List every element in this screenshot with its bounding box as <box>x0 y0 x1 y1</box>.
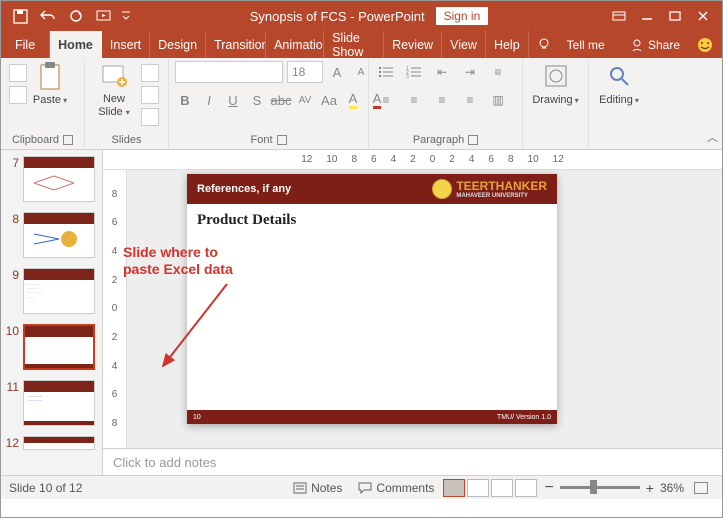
zoom-level[interactable]: 36% <box>660 481 684 495</box>
group-font: Font <box>250 134 272 146</box>
maximize-icon[interactable] <box>662 3 688 29</box>
lightbulb-icon[interactable] <box>529 31 559 58</box>
thumbnail-10[interactable]: 10 <box>5 324 98 370</box>
document-title: Synopsis of FCS - PowerPoint <box>250 9 425 24</box>
underline-button[interactable]: U <box>223 90 243 110</box>
bullets-icon[interactable] <box>375 62 397 82</box>
zoom-in-button[interactable]: + <box>646 480 654 496</box>
group-slides: Slides <box>112 134 142 146</box>
current-slide[interactable]: References, if any TEERTHANKERMAHAVEER U… <box>187 174 557 424</box>
start-slideshow-icon[interactable] <box>91 3 117 29</box>
align-center-icon[interactable]: ≡ <box>403 90 425 110</box>
minimize-icon[interactable] <box>634 3 660 29</box>
cut-icon[interactable] <box>9 64 27 82</box>
thumbnail-11[interactable]: 11—————————— <box>5 380 98 426</box>
slide-header: References, if any <box>197 183 291 195</box>
justify-icon[interactable]: ≡ <box>459 90 481 110</box>
fit-window-icon[interactable] <box>694 482 708 494</box>
svg-text:3: 3 <box>406 74 409 78</box>
status-slide-count: Slide 10 of 12 <box>9 481 82 495</box>
tab-file[interactable]: File <box>1 31 50 58</box>
slide-thumbnails[interactable]: 7 8 9— — — —— — —— — — —— — 10 11———————… <box>1 150 103 475</box>
tab-transitions[interactable]: Transitions <box>206 31 266 58</box>
notes-pane[interactable]: Click to add notes <box>103 448 722 475</box>
redo-icon[interactable] <box>63 3 89 29</box>
share-button[interactable]: Share <box>622 31 688 58</box>
undo-icon[interactable] <box>35 3 61 29</box>
columns-icon[interactable]: ▥ <box>487 90 509 110</box>
copy-icon[interactable] <box>9 86 27 104</box>
tab-insert[interactable]: Insert <box>102 31 150 58</box>
increase-indent-icon[interactable]: ⇥ <box>459 62 481 82</box>
case-button[interactable]: Aa <box>319 90 339 110</box>
slide-number: 10 <box>193 414 201 421</box>
group-clipboard: Clipboard <box>12 134 59 146</box>
comments-toggle[interactable]: Comments <box>350 481 442 495</box>
tab-design[interactable]: Design <box>150 31 206 58</box>
highlight-button[interactable]: A <box>343 90 363 110</box>
layout-icon[interactable] <box>141 64 159 82</box>
paste-button[interactable]: Paste▾ <box>27 60 73 106</box>
notes-toggle[interactable]: Notes <box>285 481 350 495</box>
group-paragraph: Paragraph <box>413 134 464 146</box>
thumbnail-12[interactable]: 12 <box>5 436 98 450</box>
decrease-font-icon[interactable]: A <box>351 62 371 82</box>
horizontal-ruler: 12108642024681012 <box>103 150 722 170</box>
normal-view-icon[interactable] <box>443 479 465 497</box>
bold-button[interactable]: B <box>175 90 195 110</box>
zoom-out-button[interactable]: − <box>544 479 553 497</box>
increase-font-icon[interactable]: A <box>327 62 347 82</box>
font-size-selector[interactable]: 18 <box>287 61 323 83</box>
close-icon[interactable] <box>690 3 716 29</box>
align-right-icon[interactable]: ≡ <box>431 90 453 110</box>
numbering-icon[interactable]: 123 <box>403 62 425 82</box>
thumbnail-8[interactable]: 8 <box>5 212 98 258</box>
slide-canvas[interactable]: Slide where topaste Excel data Reference… <box>127 170 722 448</box>
tab-view[interactable]: View <box>442 31 486 58</box>
tab-slideshow[interactable]: Slide Show <box>324 31 384 58</box>
tab-review[interactable]: Review <box>384 31 442 58</box>
sorter-view-icon[interactable] <box>467 479 489 497</box>
align-left-icon[interactable]: ≡ <box>375 90 397 110</box>
italic-button[interactable]: I <box>199 90 219 110</box>
dialog-launcher-icon[interactable] <box>277 135 287 145</box>
sign-in-button[interactable]: Sign in <box>435 6 490 26</box>
section-icon[interactable] <box>141 108 159 126</box>
reset-icon[interactable] <box>141 86 159 104</box>
thumbnail-7[interactable]: 7 <box>5 156 98 202</box>
line-spacing-icon[interactable]: ≡ <box>487 62 509 82</box>
save-icon[interactable] <box>7 3 33 29</box>
brand-logo: TEERTHANKERMAHAVEER UNIVERSITY <box>432 179 547 199</box>
qat-more-icon[interactable] <box>119 3 133 29</box>
reading-view-icon[interactable] <box>491 479 513 497</box>
tell-me[interactable]: Tell me <box>559 31 613 58</box>
collapse-ribbon-icon[interactable]: ︿ <box>707 129 718 145</box>
zoom-slider[interactable] <box>560 486 640 489</box>
font-family-selector[interactable] <box>175 61 283 83</box>
strike-button[interactable]: abc <box>271 90 291 110</box>
ribbon-display-icon[interactable] <box>606 3 632 29</box>
tab-help[interactable]: Help <box>486 31 529 58</box>
vertical-ruler: 864202468 <box>103 170 127 448</box>
shadow-button[interactable]: S <box>247 90 267 110</box>
annotation-text: Slide where topaste Excel data <box>123 244 233 278</box>
slide-version: TMU/ Version 1.0 <box>497 414 551 421</box>
annotation-arrow-icon <box>159 282 229 372</box>
dialog-launcher-icon[interactable] <box>63 135 73 145</box>
dialog-launcher-icon[interactable] <box>468 135 478 145</box>
slide-heading[interactable]: Product Details <box>187 204 557 237</box>
spacing-button[interactable]: AV <box>295 90 315 110</box>
thumbnail-9[interactable]: 9— — — —— — —— — — —— — <box>5 268 98 314</box>
new-slide-button[interactable]: NewSlide ▾ <box>91 60 137 118</box>
feedback-icon[interactable] <box>688 31 722 58</box>
drawing-button[interactable]: Drawing▾ <box>533 60 579 106</box>
tab-home[interactable]: Home <box>50 31 102 58</box>
tab-animations[interactable]: Animations <box>266 31 324 58</box>
slideshow-view-icon[interactable] <box>515 479 537 497</box>
decrease-indent-icon[interactable]: ⇤ <box>431 62 453 82</box>
editing-button[interactable]: Editing▾ <box>596 60 642 106</box>
